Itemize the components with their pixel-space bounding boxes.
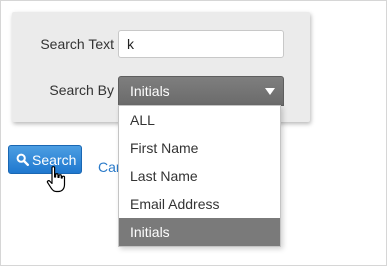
caret-down-icon [265,88,275,95]
dropdown-option-email-address[interactable]: Email Address [119,190,280,218]
dropdown-option-all[interactable]: ALL [119,106,280,134]
search-by-selected-value: Initials [130,83,170,99]
search-by-select[interactable]: Initials [118,76,284,106]
dropdown-option-last-name[interactable]: Last Name [119,162,280,190]
dropdown-option-initials[interactable]: Initials [119,218,280,246]
search-text-input[interactable] [118,30,284,58]
page-frame: Search Text Search By Initials Search Ca… [0,0,387,266]
search-by-dropdown-list: ALL First Name Last Name Email Address I… [118,105,281,247]
dropdown-option-first-name[interactable]: First Name [119,134,280,162]
search-text-label: Search Text [40,36,114,52]
magnifier-icon [16,153,29,166]
search-by-label: Search By [49,82,114,98]
hand-pointer-icon [46,166,66,193]
